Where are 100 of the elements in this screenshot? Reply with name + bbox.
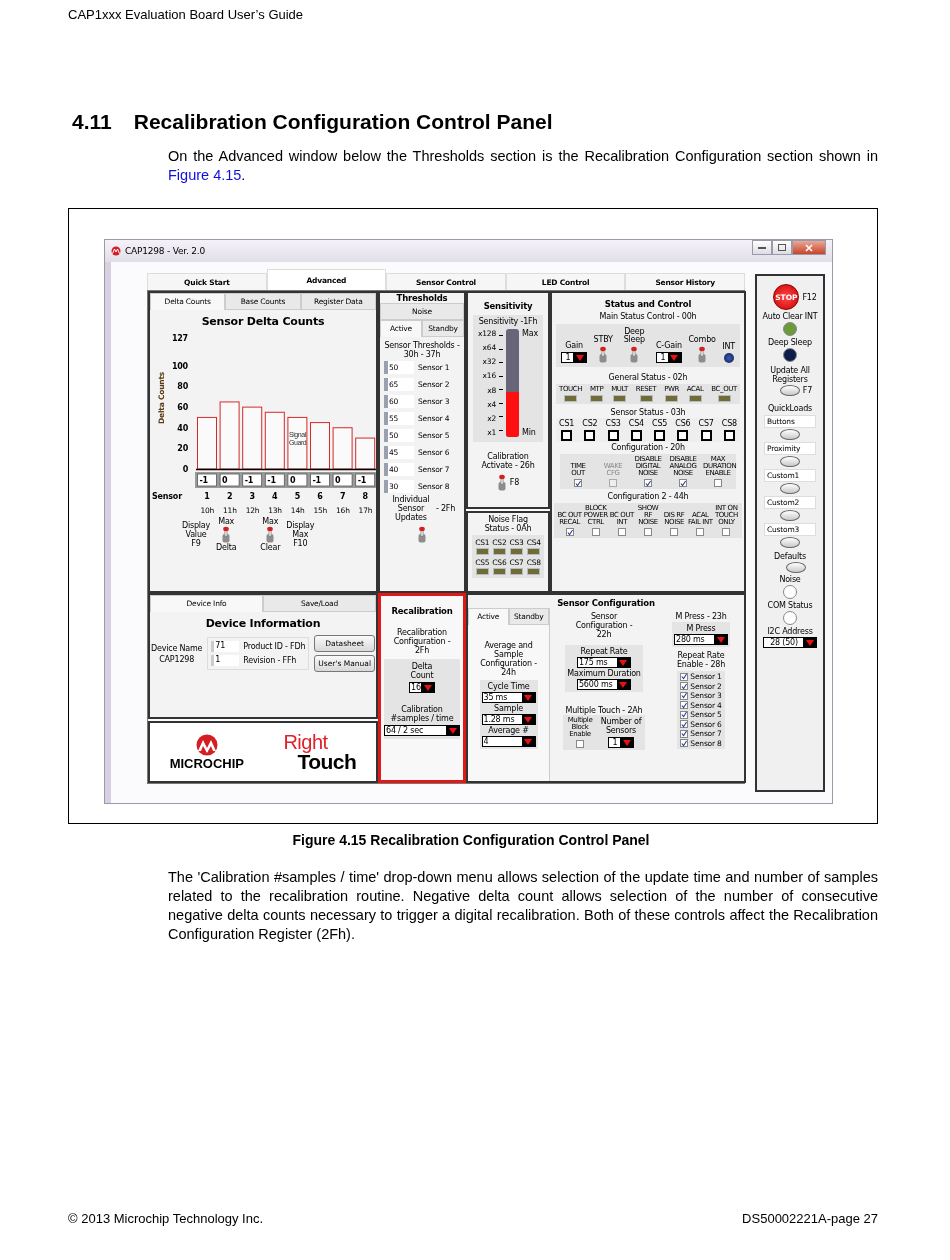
dropdown[interactable]: 35 ms xyxy=(481,692,536,703)
checkbox[interactable] xyxy=(680,691,689,700)
checkbox[interactable] xyxy=(680,682,689,691)
status-indicator xyxy=(677,430,689,441)
status-led xyxy=(590,395,604,402)
window-title: CAP1298 - Ver. 2.0 xyxy=(125,246,206,256)
toggle-switch[interactable] xyxy=(265,526,276,543)
caret-icon xyxy=(622,739,631,746)
number-field[interactable]: 71 xyxy=(211,641,240,652)
app-icon xyxy=(111,246,121,256)
value-field[interactable]: 0 xyxy=(287,473,308,487)
checkbox[interactable] xyxy=(714,479,722,487)
label: Defaults xyxy=(773,552,807,561)
checkbox[interactable] xyxy=(722,528,731,536)
toggle-switch[interactable] xyxy=(417,526,427,543)
dropdown[interactable]: 64 / 2 sec xyxy=(384,725,460,736)
value-field[interactable]: -1 xyxy=(310,473,330,487)
status-indicator xyxy=(700,430,712,441)
label: Combo xyxy=(688,336,716,344)
number-field[interactable]: 1 xyxy=(211,655,240,666)
section-title: M Press - 23h xyxy=(675,612,727,621)
chart-bar xyxy=(197,416,217,470)
panel-title: Status and Control xyxy=(604,299,692,309)
checkbox[interactable] xyxy=(576,740,584,748)
checkbox[interactable] xyxy=(680,672,689,681)
label: COM Status xyxy=(767,601,813,610)
checkbox[interactable] xyxy=(679,479,687,487)
checkbox[interactable] xyxy=(574,479,582,487)
label: Delta Count xyxy=(409,662,435,680)
value-field[interactable]: -1 xyxy=(242,473,263,487)
dropdown[interactable]: 1.28 ms xyxy=(481,714,536,725)
toggle-switch[interactable] xyxy=(496,474,507,491)
round-button[interactable] xyxy=(779,385,800,396)
panel-title: Thresholds xyxy=(396,293,448,303)
label: Individual Sensor Updates xyxy=(391,495,431,522)
checkbox[interactable] xyxy=(644,528,652,536)
toggle-switch[interactable] xyxy=(629,346,640,363)
company-name: MICROCHIP xyxy=(169,755,245,771)
tick-label: 0 xyxy=(182,465,188,474)
status-indicator xyxy=(654,430,666,441)
checkbox[interactable] xyxy=(670,528,679,536)
checkbox[interactable] xyxy=(591,528,600,536)
label: Calibration #samples / time xyxy=(389,705,455,723)
dropdown[interactable]: 1 xyxy=(561,352,587,363)
dropdown[interactable]: 4 xyxy=(481,736,536,747)
label: CS4 xyxy=(628,419,644,428)
value-field[interactable]: -1 xyxy=(264,473,285,487)
round-button[interactable] xyxy=(780,456,800,467)
footer-text: © 2013 Microchip Technology Inc. xyxy=(68,1211,264,1226)
dropdown[interactable]: 16 xyxy=(409,682,435,693)
checkbox[interactable] xyxy=(680,710,689,719)
toggle-switch[interactable] xyxy=(221,526,232,543)
label: Calibration Activate - 26h xyxy=(480,452,536,470)
toggle-switch[interactable] xyxy=(697,346,708,363)
value-field[interactable]: 0 xyxy=(219,473,240,487)
label: INT xyxy=(722,342,735,351)
label: Average # xyxy=(488,726,529,735)
dropdown[interactable]: 1 xyxy=(655,352,682,363)
toggle-switch[interactable] xyxy=(598,346,609,363)
dropdown[interactable]: 280 ms xyxy=(674,634,728,645)
minimize-button[interactable] xyxy=(752,240,772,255)
status-led xyxy=(510,548,524,555)
label: Deep Sleep xyxy=(768,338,812,347)
value-field[interactable]: 0 xyxy=(332,473,353,487)
checkbox[interactable] xyxy=(680,739,689,748)
dropdown[interactable]: 1 xyxy=(608,737,634,748)
dropdown[interactable]: 175 ms xyxy=(577,657,631,668)
value-field[interactable]: -1 xyxy=(197,473,217,487)
caret-icon xyxy=(448,727,457,734)
round-button[interactable] xyxy=(780,483,800,494)
round-button[interactable] xyxy=(780,510,800,521)
caret-icon xyxy=(619,681,628,688)
dropdown[interactable]: 28 (50) xyxy=(763,637,817,648)
section-title: General Status - 02h xyxy=(608,373,688,382)
round-button[interactable] xyxy=(780,429,800,440)
checkbox[interactable] xyxy=(696,528,705,536)
tick-label: 8 xyxy=(362,492,368,501)
dropdown[interactable]: 5600 ms xyxy=(577,679,631,690)
checkbox[interactable] xyxy=(680,701,689,710)
switch-label: Display Max F10 xyxy=(285,521,316,548)
checkbox[interactable] xyxy=(680,729,689,738)
label: Max xyxy=(522,329,538,338)
tick-label: 40 xyxy=(177,423,188,433)
status-indicator xyxy=(607,430,619,441)
label: Maximum Duration xyxy=(567,669,641,678)
round-button[interactable] xyxy=(786,562,806,573)
label: Repeat Rate xyxy=(580,647,628,656)
maximize-button[interactable] xyxy=(772,240,792,255)
label: CS3 xyxy=(605,419,621,428)
section-title: Sensor Status - 03h xyxy=(610,408,686,417)
section-title: Multiple Touch - 2Ah xyxy=(565,706,643,715)
round-button[interactable] xyxy=(780,537,800,548)
section-title: Configuration 2 - 44h xyxy=(607,492,689,501)
value-field[interactable]: -1 xyxy=(355,473,376,487)
key-label: F8 xyxy=(509,478,520,487)
close-button[interactable] xyxy=(792,240,826,255)
checkbox[interactable] xyxy=(565,528,574,536)
checkbox[interactable] xyxy=(680,720,689,729)
checkbox[interactable] xyxy=(644,479,652,487)
checkbox[interactable] xyxy=(617,528,626,536)
